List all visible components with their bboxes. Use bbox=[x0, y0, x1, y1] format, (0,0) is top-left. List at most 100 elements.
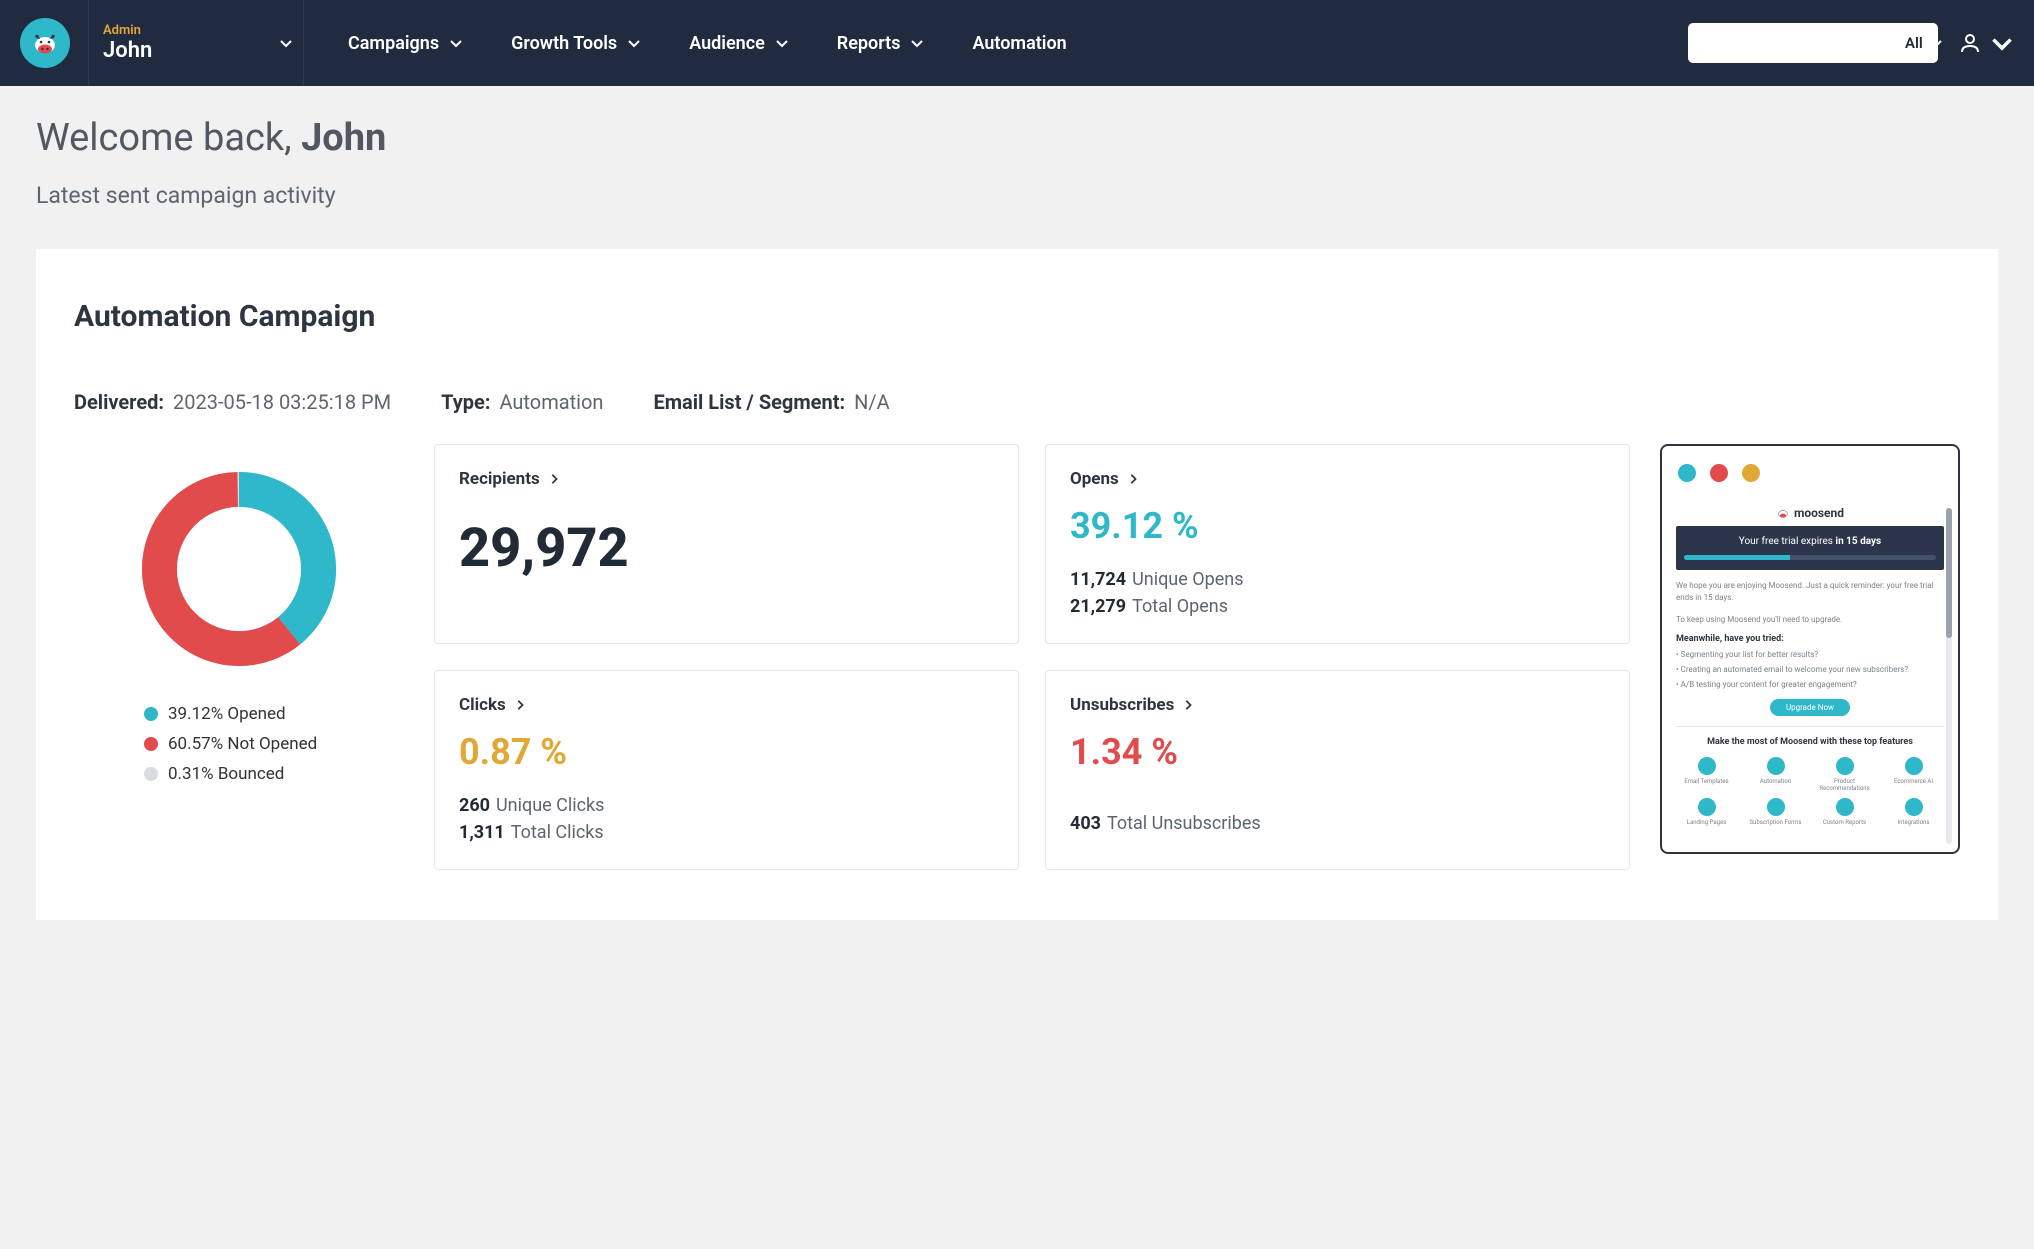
donut-column: 39.12% Opened 60.57% Not Opened 0.31% Bo… bbox=[74, 444, 404, 870]
scroll-thumb[interactable] bbox=[1946, 508, 1952, 638]
dot-icon bbox=[144, 737, 158, 751]
preview-footer-title: Make the most of Moosend with these top … bbox=[1676, 737, 1944, 747]
search-box[interactable]: All bbox=[1688, 23, 1938, 63]
browser-chrome bbox=[1662, 446, 1958, 500]
chevron-down-icon bbox=[1929, 36, 1943, 50]
legend-label: 60.57% Not Opened bbox=[168, 734, 317, 754]
main-nav: Campaigns Growth Tools Audience Reports … bbox=[348, 33, 1067, 54]
legend-not-opened: 60.57% Not Opened bbox=[144, 734, 317, 754]
meta-label: Delivered: bbox=[74, 390, 164, 414]
nav-label: Growth Tools bbox=[511, 33, 617, 54]
divider bbox=[88, 0, 89, 86]
nav-growth-tools[interactable]: Growth Tools bbox=[511, 33, 641, 54]
feature-cell: Subscription Forms bbox=[1745, 798, 1806, 826]
card-unsubscribes: Unsubscribes 1.34 % 403Total Unsubscribe… bbox=[1045, 670, 1630, 870]
window-dot-icon bbox=[1678, 464, 1696, 482]
meta-label: Type: bbox=[441, 390, 490, 414]
legend-label: 0.31% Bounced bbox=[168, 764, 284, 784]
card-head-recipients[interactable]: Recipients bbox=[459, 469, 994, 489]
nav-campaigns[interactable]: Campaigns bbox=[348, 33, 463, 54]
legend-opened: 39.12% Opened bbox=[144, 704, 317, 724]
feature-cell: Email Templates bbox=[1676, 757, 1737, 792]
feature-icon bbox=[1905, 757, 1923, 775]
preview-li: • Segmenting your list for better result… bbox=[1676, 650, 1944, 659]
meta-list: Email List / Segment: N/A bbox=[653, 390, 889, 414]
nav-automation[interactable]: Automation bbox=[972, 33, 1066, 54]
recipients-value: 29,972 bbox=[459, 517, 994, 580]
feature-icon bbox=[1836, 798, 1854, 816]
card-label: Clicks bbox=[459, 695, 506, 715]
page-body: Welcome back, John Latest sent campaign … bbox=[0, 86, 2034, 950]
account-switcher[interactable]: Admin John bbox=[103, 23, 303, 63]
feature-icon bbox=[1698, 798, 1716, 816]
opens-total: 21,279Total Opens bbox=[1070, 596, 1605, 617]
feature-cell: Ecommerce AI bbox=[1883, 757, 1944, 792]
chevron-down-icon bbox=[449, 36, 463, 50]
meta-label: Email List / Segment: bbox=[653, 390, 845, 414]
campaign-title: Automation Campaign bbox=[74, 299, 1960, 334]
nav-audience[interactable]: Audience bbox=[689, 33, 789, 54]
user-role: Admin bbox=[103, 23, 152, 38]
card-opens: Opens 39.12 % 11,724Unique Opens 21,279T… bbox=[1045, 444, 1630, 644]
nav-label: Campaigns bbox=[348, 33, 439, 54]
donut-legend: 39.12% Opened 60.57% Not Opened 0.31% Bo… bbox=[144, 704, 317, 794]
opens-pct: 39.12 % bbox=[1070, 505, 1605, 547]
dot-icon bbox=[144, 707, 158, 721]
meta-value: N/A bbox=[854, 390, 890, 414]
chevron-down-icon bbox=[775, 36, 789, 50]
nav-label: Audience bbox=[689, 33, 765, 54]
window-dot-icon bbox=[1710, 464, 1728, 482]
clicks-pct: 0.87 % bbox=[459, 731, 994, 773]
legend-bounced: 0.31% Bounced bbox=[144, 764, 317, 784]
feature-cell: Product Recommendations bbox=[1814, 757, 1875, 792]
email-preview[interactable]: moosend Your free trial expires in 15 da… bbox=[1660, 444, 1960, 854]
card-head-opens[interactable]: Opens bbox=[1070, 469, 1605, 489]
dot-icon bbox=[144, 767, 158, 781]
welcome-name: John bbox=[301, 116, 386, 160]
preview-subhead: Meanwhile, have you tried: bbox=[1676, 634, 1944, 644]
progress-bar bbox=[1684, 555, 1936, 560]
card-recipients: Recipients 29,972 bbox=[434, 444, 1019, 644]
feature-cell: Automation bbox=[1745, 757, 1806, 792]
brand-logo[interactable] bbox=[20, 18, 70, 68]
preview-li: • Creating an automated email to welcome… bbox=[1676, 665, 1944, 674]
chevron-right-icon bbox=[1127, 473, 1139, 485]
preview-feature-grid: Email Templates Automation Product Recom… bbox=[1676, 757, 1944, 827]
card-head-unsubscribes[interactable]: Unsubscribes bbox=[1070, 695, 1605, 715]
search-filter[interactable]: All bbox=[1905, 34, 1943, 52]
feature-icon bbox=[1767, 798, 1785, 816]
preview-banner: Your free trial expires in 15 days bbox=[1676, 526, 1944, 570]
window-dot-icon bbox=[1742, 464, 1760, 482]
feature-icon bbox=[1836, 757, 1854, 775]
feature-cell: Integrations bbox=[1883, 798, 1944, 826]
search-filter-label: All bbox=[1905, 34, 1923, 52]
feature-icon bbox=[1698, 757, 1716, 775]
meta-delivered: Delivered: 2023-05-18 03:25:18 PM bbox=[74, 390, 391, 414]
cow-icon bbox=[1776, 506, 1790, 520]
search-input[interactable] bbox=[1706, 35, 1905, 52]
meta-value: 2023-05-18 03:25:18 PM bbox=[173, 390, 391, 414]
campaign-panel: Automation Campaign Delivered: 2023-05-1… bbox=[36, 249, 1998, 920]
feature-icon bbox=[1767, 757, 1785, 775]
page-subtitle: Latest sent campaign activity bbox=[36, 182, 1998, 209]
preview-body: moosend Your free trial expires in 15 da… bbox=[1662, 506, 1958, 827]
scrollbar[interactable] bbox=[1946, 508, 1952, 844]
preview-brand: moosend bbox=[1676, 506, 1944, 520]
card-head-clicks[interactable]: Clicks bbox=[459, 695, 994, 715]
chevron-down-icon bbox=[910, 36, 924, 50]
nav-reports[interactable]: Reports bbox=[837, 33, 925, 54]
card-label: Unsubscribes bbox=[1070, 695, 1174, 715]
card-label: Recipients bbox=[459, 469, 540, 489]
feature-cell: Landing Pages bbox=[1676, 798, 1737, 826]
unsub-total: 403Total Unsubscribes bbox=[1070, 813, 1605, 834]
divider bbox=[303, 0, 304, 86]
person-icon bbox=[1958, 31, 1982, 55]
meta-type: Type: Automation bbox=[441, 390, 603, 414]
open-rate-donut bbox=[134, 464, 344, 674]
preview-p1: We hope you are enjoying Moosend. Just a… bbox=[1676, 580, 1944, 604]
clicks-total: 1,311Total Clicks bbox=[459, 822, 994, 843]
profile-menu[interactable] bbox=[1958, 31, 2014, 55]
app-header: Admin John Campaigns Growth Tools Audien… bbox=[0, 0, 2034, 86]
welcome-prefix: Welcome back, bbox=[36, 116, 301, 160]
nav-label: Automation bbox=[972, 33, 1066, 54]
